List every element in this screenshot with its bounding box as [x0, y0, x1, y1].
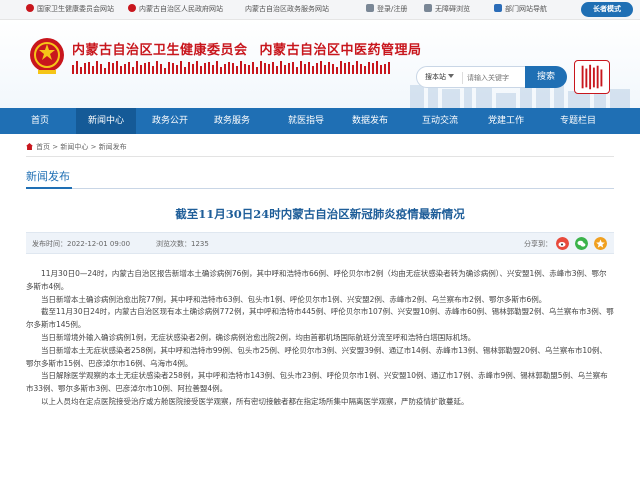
- article-paragraph: 当日新增本土无症状感染者258例，其中呼和浩特市99例、包头市25例、呼伦贝尔市…: [26, 345, 607, 368]
- elder-mode-button[interactable]: 长者模式: [581, 2, 633, 17]
- nav-medical-guide[interactable]: 就医指导: [280, 108, 332, 134]
- emblem-icon: [128, 4, 136, 12]
- view-count: 浏览次数：1235: [156, 240, 209, 248]
- article-paragraph: 以上人员均在定点医院接受治疗或方舱医院接受医学观察，所有密切接触者都在指定场所集…: [41, 396, 469, 406]
- article-paragraph: 截至11月30日24时，内蒙古自治区现有本土确诊病例772例，其中呼和浩特市44…: [26, 307, 614, 330]
- search-scope-select[interactable]: 搜本站: [425, 72, 454, 83]
- nav-party-building[interactable]: 党建工作: [480, 108, 532, 134]
- nav-data-release[interactable]: 数据发布: [344, 108, 396, 134]
- nav-interaction[interactable]: 互动交流: [414, 108, 466, 134]
- nhc-link[interactable]: 国家卫生健康委员会网站: [26, 4, 114, 15]
- site-header: 内蒙古自治区卫生健康委员会内蒙古自治区中医药管理局 搜本站 搜索: [0, 20, 640, 108]
- site-title: 内蒙古自治区卫生健康委员会 内蒙古自治区中医药管理局: [72, 39, 422, 58]
- breadcrumb-news[interactable]: 新闻中心: [60, 143, 88, 151]
- login-link[interactable]: 登录/注册: [366, 4, 407, 15]
- search-box: 搜本站: [416, 66, 526, 88]
- accessible-link[interactable]: 无障碍浏览: [424, 4, 470, 15]
- publish-time: 发布时间：2022-12-01 09:00: [32, 240, 131, 248]
- building-icon: [494, 4, 502, 12]
- nav-gov-info[interactable]: 政务公开: [144, 108, 196, 134]
- qzone-icon[interactable]: [594, 237, 607, 250]
- mongolian-script-title: [72, 61, 402, 75]
- search-divider: [462, 72, 463, 84]
- search-input[interactable]: [467, 70, 525, 85]
- dept-nav-link[interactable]: 部门网站导航: [494, 4, 547, 15]
- divider: [26, 156, 614, 157]
- article-title: 截至11月30日24时内蒙古自治区新冠肺炎疫情最新情况: [175, 207, 465, 221]
- breadcrumb-sep: >: [90, 143, 97, 151]
- main-nav: 首页 新闻中心 政务公开 政务服务 就医指导 数据发布 互动交流 党建工作 专题…: [0, 108, 640, 134]
- nmg-service-link[interactable]: 内蒙古自治区政务服务网站: [245, 4, 329, 15]
- nav-news[interactable]: 新闻中心: [76, 108, 136, 134]
- article-paragraph: 11月30日0—24时，内蒙古自治区报告新增本土确诊病例76例，其中呼和浩特市6…: [26, 269, 607, 291]
- article-paragraph: 当日解除医学观察的本土无症状感染者258例，其中呼和浩特市143例、包头市23例…: [26, 371, 608, 394]
- section-title: 新闻发布: [26, 170, 70, 183]
- nav-home[interactable]: 首页: [18, 108, 62, 134]
- weibo-icon[interactable]: [556, 237, 569, 250]
- nav-gov-service[interactable]: 政务服务: [206, 108, 258, 134]
- mongolian-logo-icon: [574, 60, 610, 94]
- article-paragraph: 当日新增本土确诊病例治愈出院77例，其中呼和浩特市63例、包头市1例、呼伦贝尔市…: [41, 294, 547, 304]
- nmg-gov-link[interactable]: 内蒙古自治区人民政府网站: [128, 4, 223, 15]
- top-bar: 国家卫生健康委员会网站 内蒙古自治区人民政府网站 内蒙古自治区政务服务网站 登录…: [0, 0, 640, 20]
- accessibility-icon: [424, 4, 432, 12]
- article-meta-bar: 发布时间：2022-12-01 09:00 浏览次数：1235 分享到：: [26, 232, 614, 254]
- home-icon: [26, 143, 33, 150]
- breadcrumb-release[interactable]: 新闻发布: [99, 143, 127, 151]
- article-paragraph: 当日新增境外输入确诊病例1例，无症状感染者2例，确诊病例治愈出院2例，均由首都机…: [41, 332, 476, 342]
- breadcrumb-home[interactable]: 首页: [36, 143, 50, 151]
- site-title-tcm: 内蒙古自治区中医药管理局: [259, 43, 422, 58]
- search-button[interactable]: 搜索: [525, 66, 567, 88]
- breadcrumb: 首页 > 新闻中心 > 新闻发布: [26, 142, 127, 152]
- share-label: 分享到：: [524, 240, 552, 248]
- site-title-health: 内蒙古自治区卫生健康委员会: [72, 43, 248, 58]
- section-accent-bar: [26, 187, 72, 189]
- article-body: 11月30日0—24时，内蒙古自治区报告新增本土确诊病例76例，其中呼和浩特市6…: [26, 268, 614, 409]
- user-icon: [366, 4, 374, 12]
- emblem-icon: [26, 4, 34, 12]
- wechat-icon[interactable]: [575, 237, 588, 250]
- divider: [26, 188, 614, 189]
- nav-special-topics[interactable]: 专题栏目: [552, 108, 604, 134]
- national-emblem-icon: [30, 38, 64, 74]
- breadcrumb-sep: >: [52, 143, 59, 151]
- chevron-down-icon: [448, 74, 454, 78]
